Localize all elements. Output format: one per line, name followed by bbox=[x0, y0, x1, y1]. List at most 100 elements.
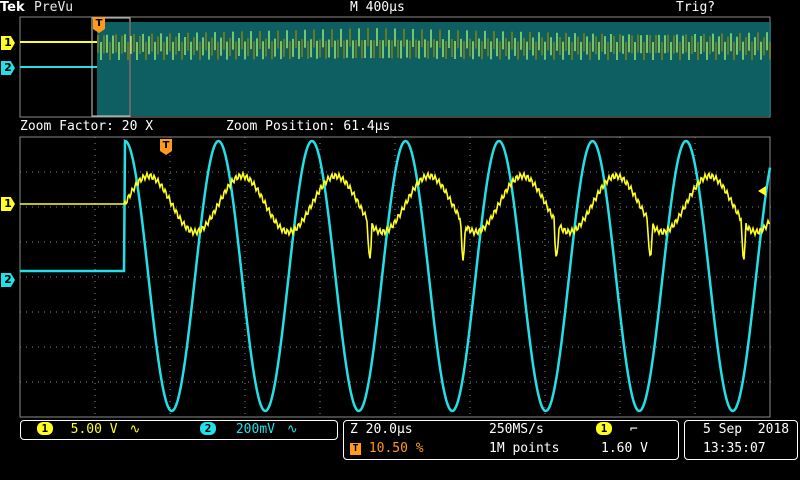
graticule-dot bbox=[674, 311, 675, 313]
graticule-dot bbox=[619, 221, 621, 222]
ch1-trace bbox=[20, 170, 770, 261]
graticule-dot bbox=[302, 206, 303, 208]
graticule-dot bbox=[619, 233, 621, 234]
graticule-dot bbox=[656, 311, 657, 313]
graticule-dot bbox=[644, 206, 645, 208]
graticule-dot bbox=[554, 276, 555, 278]
graticule-dot bbox=[398, 241, 399, 243]
graticule-dot bbox=[470, 346, 471, 348]
graticule-dot bbox=[524, 381, 525, 383]
graticule-dot bbox=[716, 171, 717, 173]
graticule-dot bbox=[26, 311, 27, 313]
graticule-dot bbox=[98, 311, 99, 313]
graticule-dot bbox=[244, 239, 246, 240]
graticule-dot bbox=[26, 171, 27, 173]
graticule-dot bbox=[319, 383, 321, 384]
graticule-dot bbox=[98, 206, 99, 208]
graticule-dot bbox=[244, 185, 246, 186]
graticule-dot bbox=[469, 257, 471, 258]
graticule-dot bbox=[536, 276, 537, 278]
graticule-dot bbox=[596, 241, 597, 243]
graticule-dot bbox=[458, 171, 459, 173]
graticule-dot bbox=[544, 233, 546, 234]
graticule-dot bbox=[169, 281, 171, 282]
graticule-dot bbox=[169, 167, 171, 168]
graticule-dot bbox=[452, 241, 453, 243]
graticule-dot bbox=[230, 241, 231, 243]
graticule-dot bbox=[524, 311, 525, 313]
graticule-dot bbox=[469, 269, 471, 270]
graticule-dot bbox=[284, 276, 285, 278]
graticule-dot bbox=[392, 381, 393, 383]
graticule-dot bbox=[734, 241, 735, 243]
graticule-dot bbox=[134, 381, 135, 383]
ch1-badge[interactable]: 1 bbox=[36, 422, 53, 435]
graticule-dot bbox=[446, 241, 447, 243]
graticule-dot bbox=[206, 241, 207, 243]
graticule-dot bbox=[278, 241, 279, 243]
graticule-dot bbox=[764, 241, 765, 243]
graticule-dot bbox=[320, 171, 321, 173]
graticule-dot bbox=[446, 381, 447, 383]
graticule-dot bbox=[404, 171, 405, 173]
graticule-dot bbox=[272, 171, 273, 173]
graticule-dot bbox=[694, 185, 696, 186]
graticule-dot bbox=[140, 241, 141, 243]
graticule-dot bbox=[266, 381, 267, 383]
graticule-dot bbox=[694, 245, 696, 246]
graticule-dot bbox=[338, 276, 339, 278]
graticule-dot bbox=[350, 276, 351, 278]
graticule-dot bbox=[544, 371, 546, 372]
graticule-dot bbox=[169, 269, 171, 270]
graticule-dot bbox=[110, 346, 111, 348]
timebase-trigger-panel[interactable]: Z 20.0µs 250MS/s T 10.50 % 1M points 1 ⌐… bbox=[343, 420, 679, 460]
ch2-badge[interactable]: 2 bbox=[200, 422, 217, 435]
graticule-dot bbox=[469, 365, 471, 366]
graticule-dot bbox=[476, 171, 477, 173]
graticule-dot bbox=[94, 335, 96, 336]
graticule-dot bbox=[578, 381, 579, 383]
graticule-dot bbox=[506, 381, 507, 383]
graticule-dot bbox=[244, 395, 246, 396]
graticule-dot bbox=[32, 171, 33, 173]
graticule-dot bbox=[62, 241, 63, 243]
graticule-dot bbox=[584, 241, 585, 243]
graticule-dot bbox=[94, 299, 96, 300]
graticule-dot bbox=[544, 221, 546, 222]
graticule-dot bbox=[650, 171, 651, 173]
graticule-dot bbox=[319, 281, 321, 282]
graticule-dot bbox=[619, 281, 621, 282]
graticule-dot bbox=[619, 293, 621, 294]
graticule-dot bbox=[694, 143, 696, 144]
graticule-dot bbox=[272, 346, 273, 348]
graticule-dot bbox=[320, 346, 321, 348]
graticule-dot bbox=[236, 171, 237, 173]
datetime-panel[interactable]: 5 Sep 2018 13:35:07 bbox=[684, 420, 798, 460]
channel-scale-panel[interactable]: 1 5.00 V ∿ 2 200mV ∿ bbox=[20, 420, 338, 440]
graticule-dot bbox=[506, 171, 507, 173]
graticule-dot bbox=[572, 346, 573, 348]
graticule-dot bbox=[244, 269, 246, 270]
graticule-dot bbox=[394, 401, 396, 402]
graticule-dot bbox=[140, 381, 141, 383]
graticule-dot bbox=[394, 155, 396, 156]
waveform-display[interactable] bbox=[0, 0, 800, 480]
graticule-dot bbox=[662, 311, 663, 313]
graticule-dot bbox=[434, 346, 435, 348]
ch1-scale: 5.00 V bbox=[70, 422, 118, 437]
graticule-dot bbox=[169, 395, 171, 396]
graticule-dot bbox=[98, 346, 99, 348]
graticule-dot bbox=[296, 346, 297, 348]
graticule-dot bbox=[686, 311, 687, 313]
graticule-dot bbox=[494, 276, 495, 278]
trigger-source-badge[interactable]: 1 bbox=[596, 422, 612, 435]
graticule-dot bbox=[94, 227, 96, 228]
graticule-dot bbox=[560, 241, 561, 243]
graticule-dot bbox=[686, 206, 687, 208]
graticule-dot bbox=[572, 381, 573, 383]
graticule-dot bbox=[169, 299, 171, 300]
graticule-dot bbox=[650, 206, 651, 208]
graticule-dot bbox=[638, 276, 639, 278]
graticule-dot bbox=[494, 241, 495, 243]
graticule-dot bbox=[694, 203, 696, 204]
